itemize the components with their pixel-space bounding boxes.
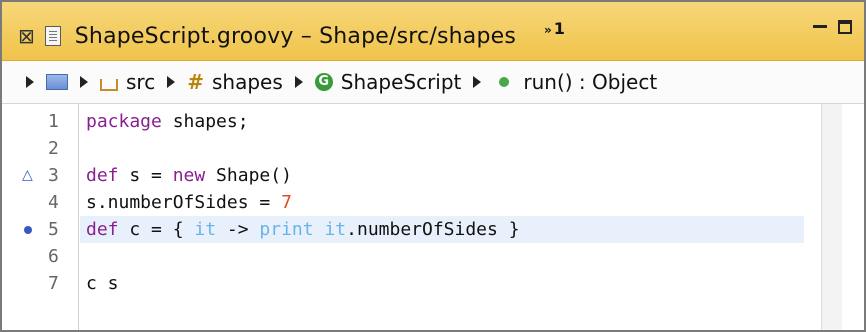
- source-folder-icon: [100, 79, 118, 91]
- occurrence-marker-icon[interactable]: [24, 226, 32, 234]
- breadcrumb-item-shapescript[interactable]: ShapeScript: [341, 70, 462, 94]
- groovy-editor-window: ⊠ ShapeScript.groovy – Shape/src/shapes …: [0, 0, 866, 332]
- breadcrumb: src # shapes G ShapeScript run() : Objec…: [2, 61, 864, 104]
- code-token: print: [259, 219, 314, 240]
- code-token: s =: [118, 165, 173, 186]
- minimize-icon[interactable]: [812, 20, 828, 34]
- code-token: def: [86, 219, 119, 240]
- code-line-text: def c = { it -> print it.numberOfSides }: [86, 216, 520, 243]
- code-line-text: c s: [86, 270, 119, 297]
- code-line[interactable]: [80, 243, 804, 270]
- code-line-text: def s = new Shape(): [86, 162, 292, 189]
- editor-tab-title: ShapeScript.groovy – Shape/src/shapes: [74, 23, 517, 49]
- code-area[interactable]: package shapes; def s = new Shape() s.numb…: [80, 104, 804, 330]
- class-icon: G: [314, 73, 333, 91]
- code-line[interactable]: c s: [80, 270, 804, 297]
- line-number: 5: [48, 219, 59, 240]
- code-line[interactable]: def s = new Shape(): [80, 162, 804, 189]
- code-token: def: [86, 165, 119, 186]
- maximize-icon[interactable]: [838, 20, 852, 34]
- hidden-tabs-indicator[interactable]: » 1: [544, 19, 565, 38]
- breadcrumb-item-src[interactable]: src: [126, 70, 155, 94]
- project-icon[interactable]: [46, 74, 68, 90]
- vertical-scrollbar[interactable]: [821, 104, 842, 330]
- window-controls: [812, 20, 852, 34]
- code-token: new: [172, 165, 206, 186]
- code-token: c = {: [118, 219, 195, 240]
- code-token: it: [194, 219, 217, 240]
- line-number: 2: [48, 138, 59, 159]
- code-editor[interactable]: package shapes; def s = new Shape() s.numb…: [2, 104, 864, 330]
- code-line[interactable]: [80, 135, 804, 162]
- code-token: package: [86, 111, 162, 132]
- breadcrumb-item-shapes[interactable]: shapes: [212, 70, 283, 94]
- overview-ruler: [842, 104, 864, 330]
- code-line[interactable]: package shapes;: [80, 108, 804, 135]
- editor-tab-bar: ⊠ ShapeScript.groovy – Shape/src/shapes …: [2, 2, 864, 61]
- method-icon: [499, 77, 510, 87]
- code-token: c s: [86, 273, 119, 294]
- editor-tab[interactable]: ⊠ ShapeScript.groovy – Shape/src/shapes …: [18, 15, 565, 57]
- hidden-tabs-count: 1: [553, 18, 565, 38]
- package-icon: #: [187, 70, 204, 94]
- line-number: 7: [48, 273, 59, 294]
- groovy-file-icon: [44, 26, 61, 46]
- line-number: 3: [48, 165, 59, 186]
- code-token: Shape(): [205, 165, 292, 186]
- line-number: 6: [48, 246, 59, 267]
- code-token: .numberOfSides }: [346, 219, 520, 240]
- breadcrumb-arrow-icon[interactable]: [167, 76, 176, 88]
- code-token: 7: [281, 192, 292, 213]
- breadcrumb-arrow-icon[interactable]: [80, 76, 88, 88]
- breadcrumb-arrow-icon[interactable]: [294, 76, 303, 88]
- code-token: s.numberOfSides =: [86, 192, 282, 213]
- breadcrumb-arrow-icon[interactable]: [473, 76, 482, 88]
- breadcrumb-item-run[interactable]: run() : Object: [523, 70, 657, 94]
- breadcrumb-arrow-icon[interactable]: [26, 76, 34, 88]
- code-token: ->: [216, 219, 260, 240]
- line-number: 1: [48, 111, 59, 132]
- code-line-text: package shapes;: [86, 108, 249, 135]
- code-line[interactable]: s.numberOfSides = 7: [80, 189, 804, 216]
- line-number: 4: [48, 192, 59, 213]
- warning-marker-icon[interactable]: △: [22, 162, 33, 189]
- code-token: shapes;: [161, 111, 249, 132]
- code-line-text: s.numberOfSides = 7: [86, 189, 292, 216]
- code-line[interactable]: def c = { it -> print it.numberOfSides }: [80, 216, 804, 243]
- code-token: it: [324, 219, 347, 240]
- close-tab-icon[interactable]: ⊠: [18, 24, 35, 48]
